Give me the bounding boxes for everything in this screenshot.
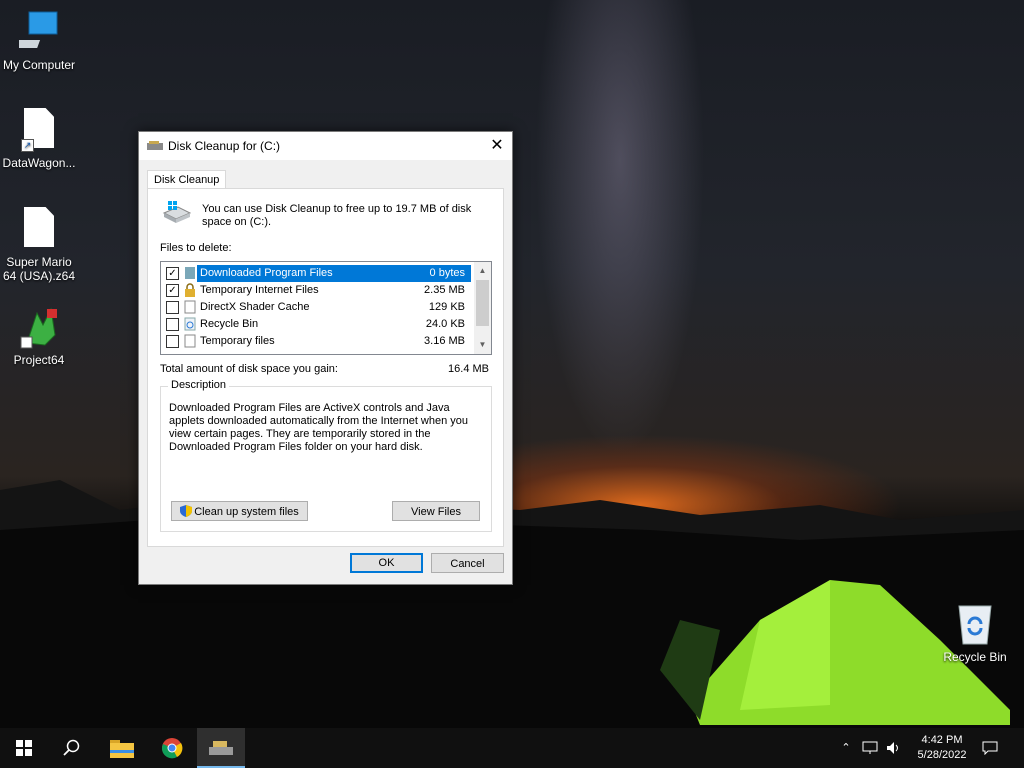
clock-date: 5/28/2022 [917, 749, 967, 761]
uac-shield-icon [180, 504, 193, 517]
checkbox[interactable] [166, 335, 179, 348]
checkbox[interactable] [166, 318, 179, 331]
scroll-up-icon[interactable]: ▲ [474, 264, 491, 278]
file-size: 2.35 MB [424, 284, 465, 296]
file-icon [184, 300, 196, 314]
volume-icon[interactable] [886, 728, 904, 768]
desktop-icon-recycle-bin[interactable]: Recycle Bin [940, 602, 1010, 664]
taskbar: ⌃ 4:42 PM 5/28/2022 [0, 728, 1024, 768]
clean-up-system-files-button[interactable]: Clean up system files [171, 501, 308, 521]
desktop-icon-label: Super Mario 64 (USA).z64 [2, 255, 76, 283]
notifications-icon[interactable] [982, 728, 1002, 768]
windows-logo-icon [16, 740, 32, 756]
files-to-delete-label: Files to delete: [160, 242, 232, 254]
description-title: Description [168, 379, 230, 391]
disk-cleanup-icon [147, 140, 163, 155]
file-name: DirectX Shader Cache [200, 301, 310, 313]
file-name: Downloaded Program Files [200, 267, 333, 279]
cancel-button[interactable]: Cancel [431, 553, 504, 573]
checkbox[interactable]: ✓ [166, 267, 179, 280]
clock-time: 4:42 PM [921, 734, 963, 746]
files-to-delete-list[interactable]: ✓ Downloaded Program Files 0 bytes ✓ Tem… [160, 261, 492, 355]
file-size: 3.16 MB [424, 335, 465, 347]
disk-cleanup-icon [209, 741, 233, 755]
scroll-down-icon[interactable]: ▼ [474, 338, 491, 352]
desktop-icon-super-mario-64[interactable]: Super Mario 64 (USA).z64 [0, 207, 78, 283]
project64-icon [19, 305, 59, 349]
intro-text: You can use Disk Cleanup to free up to 1… [202, 203, 472, 228]
file-icon [19, 207, 59, 251]
total-space-label: Total amount of disk space you gain: [160, 363, 338, 375]
checkbox[interactable]: ✓ [166, 284, 179, 297]
desktop-icon-label: DataWagon... [2, 156, 76, 170]
shortcut-arrow-icon: ↗ [21, 139, 34, 152]
list-item-directx-shader-cache[interactable]: DirectX Shader Cache 129 KB [161, 299, 471, 316]
close-button[interactable]: ✕ [482, 132, 512, 160]
file-name: Recycle Bin [200, 318, 259, 330]
recycle-bin-icon [955, 602, 995, 646]
desktop-icon-label: Project64 [13, 353, 65, 367]
disk-cleanup-dialog: Disk Cleanup for (C:) ✕ Disk Cleanup You… [138, 131, 513, 585]
taskbar-chrome[interactable] [148, 728, 196, 768]
file-name: Temporary Internet Files [200, 284, 319, 296]
folder-icon [110, 740, 134, 758]
list-item-temporary-files[interactable]: Temporary files 3.16 MB [161, 333, 471, 350]
file-shortcut-icon: ↗ [19, 108, 59, 152]
file-size: 24.0 KB [425, 318, 465, 330]
dialog-title: Disk Cleanup for (C:) [168, 139, 281, 153]
file-icon [184, 334, 196, 348]
desktop-icon-my-computer[interactable]: My Computer [0, 10, 78, 72]
view-files-button[interactable]: View Files [392, 501, 480, 521]
checkbox[interactable] [166, 301, 179, 314]
list-item-recycle-bin[interactable]: Recycle Bin 24.0 KB [161, 316, 471, 333]
title-bar[interactable]: Disk Cleanup for (C:) ✕ [139, 132, 512, 160]
folder-icon [184, 266, 196, 280]
ok-button[interactable]: OK [350, 553, 423, 573]
description-group: Description Downloaded Program Files are… [160, 379, 492, 532]
desktop-icon-project64[interactable]: Project64 [0, 305, 78, 367]
description-text: Downloaded Program Files are ActiveX con… [169, 402, 469, 453]
taskbar-disk-cleanup[interactable] [197, 728, 245, 768]
computer-icon [9, 10, 59, 54]
recycle-bin-icon [184, 317, 196, 331]
desktop-icon-label: Recycle Bin [943, 650, 1007, 664]
desktop-icon-datawagon[interactable]: ↗ DataWagon... [0, 108, 78, 170]
taskbar-file-explorer[interactable] [98, 728, 146, 768]
list-item-downloaded-program-files[interactable]: ✓ Downloaded Program Files 0 bytes [161, 265, 471, 282]
list-scrollbar[interactable]: ▲ ▼ [474, 262, 491, 354]
lock-icon [184, 283, 196, 297]
search-icon [63, 739, 80, 756]
scroll-thumb[interactable] [476, 280, 489, 326]
taskbar-clock[interactable]: 4:42 PM 5/28/2022 [912, 733, 972, 763]
network-icon[interactable] [862, 728, 880, 768]
button-label: Clean up system files [194, 506, 299, 518]
file-size: 0 bytes [429, 267, 465, 279]
list-item-temporary-internet-files[interactable]: ✓ Temporary Internet Files 2.35 MB [161, 282, 471, 299]
disk-cleanup-panel: You can use Disk Cleanup to free up to 1… [147, 188, 504, 547]
start-button[interactable] [0, 728, 48, 768]
desktop-icon-label: My Computer [2, 58, 76, 72]
total-space-value: 16.4 MB [448, 363, 489, 375]
tray-chevron-up-icon[interactable]: ⌃ [838, 728, 854, 768]
hard-drive-icon [162, 199, 192, 228]
file-name: Temporary files [200, 335, 275, 347]
chrome-icon [162, 738, 183, 759]
search-button[interactable] [48, 728, 96, 768]
file-size: 129 KB [428, 301, 465, 313]
